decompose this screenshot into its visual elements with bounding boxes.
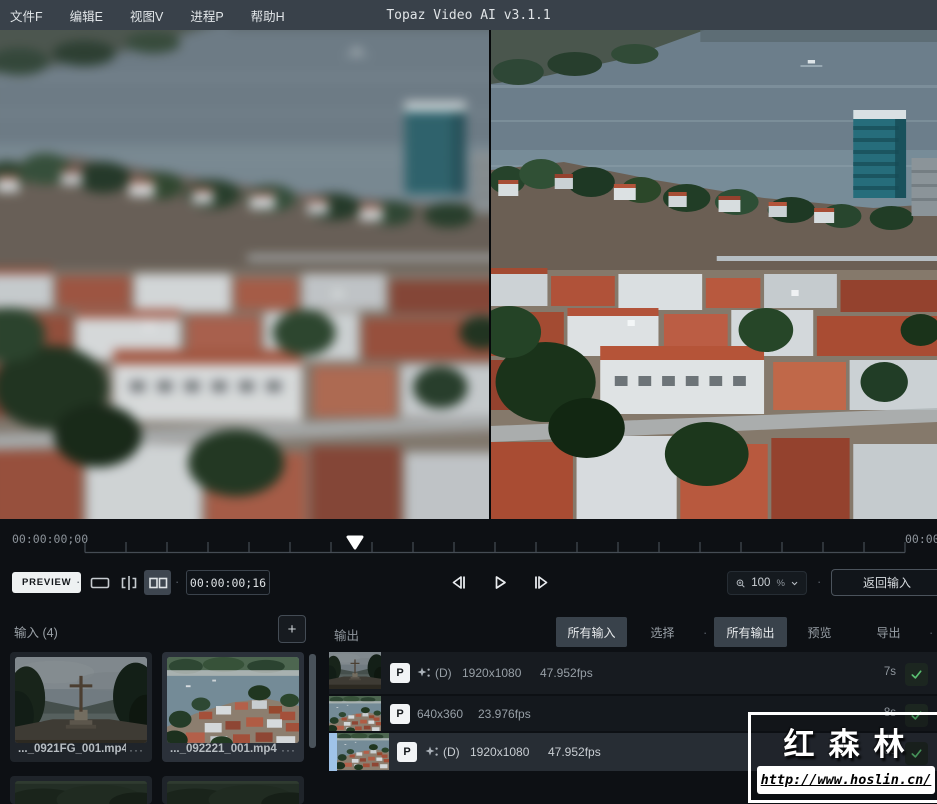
input-filename-1: ..._0921FG_001.mp4: [18, 743, 126, 755]
step-forward-button[interactable]: [530, 571, 552, 593]
input-thumbnail-3: [15, 781, 147, 804]
side-by-side-icon: [146, 573, 170, 593]
output-detail-flag: (D): [443, 745, 460, 759]
watermark-url-bar: http://www.hoslin.cn/: [757, 766, 935, 794]
tab-all-outputs[interactable]: 所有输出: [714, 617, 787, 647]
zoom-unit: %: [776, 578, 784, 589]
tab-all-inputs[interactable]: 所有输入: [556, 617, 627, 647]
menu-help[interactable]: 帮助H: [251, 6, 285, 25]
menu-process[interactable]: 进程P: [190, 6, 223, 25]
output-video-frame: [491, 30, 937, 519]
input-thumbnail-4: [167, 781, 299, 804]
split-view-icon: [117, 573, 141, 593]
preview-output-pane[interactable]: [491, 30, 937, 519]
preview-badge[interactable]: P: [390, 663, 410, 683]
step-forward-icon: [531, 574, 551, 591]
watermark-overlay: 红森林 http://www.hoslin.cn/: [748, 712, 937, 803]
output-thumbnail-3: [337, 733, 389, 771]
playback-controls: [448, 571, 552, 593]
input-thumbnail-2: [167, 657, 299, 743]
timeline-ruler[interactable]: [0, 519, 937, 565]
item-menu-icon[interactable]: ···: [281, 743, 296, 757]
output-thumbnail-2: [329, 696, 381, 731]
input-item-3[interactable]: [10, 776, 152, 804]
zoom-in-icon: [736, 577, 745, 590]
input-item-4[interactable]: [162, 776, 304, 804]
output-detail-flag: (D): [435, 666, 452, 680]
timeline[interactable]: 00:00:00;00 00:00:: [0, 519, 937, 565]
app-window: 文件F 编辑E 视图V 进程P 帮助H Topaz Video AI v3.1.…: [0, 0, 937, 804]
tab-previews[interactable]: 预览: [787, 617, 852, 647]
menu-file[interactable]: 文件F: [10, 6, 43, 25]
output-panel-title: 输出: [334, 625, 359, 644]
watermark-url: http://www.hoslin.cn/: [761, 772, 932, 788]
separator-dot: ·: [703, 625, 707, 640]
add-input-button[interactable]: +: [278, 615, 306, 643]
preview-area: [0, 30, 937, 519]
separator-dot: ·: [175, 574, 179, 589]
play-button[interactable]: [489, 571, 511, 593]
input-item-2-selected[interactable]: ..._092221_001.mp4 ···: [162, 652, 304, 762]
ai-enhance-icon: [416, 666, 431, 681]
separator-dot: ·: [76, 574, 80, 589]
play-icon: [490, 574, 510, 591]
input-filename-2: ..._092221_001.mp4: [170, 743, 278, 755]
output-fps: 47.952fps: [540, 666, 593, 680]
zoom-value: 100: [751, 577, 770, 589]
view-mode-group: [86, 570, 171, 595]
timeline-end-time: 00:00:: [905, 532, 937, 546]
view-side-by-side-button[interactable]: [144, 570, 171, 595]
separator-dot: ·: [929, 625, 933, 640]
input-item-1[interactable]: ..._0921FG_001.mp4 ···: [10, 652, 152, 762]
complete-check-button[interactable]: [905, 663, 928, 686]
separator-dot: ·: [817, 574, 821, 589]
step-back-button[interactable]: [448, 571, 470, 593]
item-menu-icon[interactable]: ···: [129, 743, 144, 757]
output-resolution: 640x360: [417, 707, 463, 721]
timeline-start-time: 00:00:00;00: [12, 532, 88, 546]
ai-enhance-icon: [424, 745, 439, 760]
step-back-icon: [449, 574, 469, 591]
output-duration: 7s: [884, 666, 896, 678]
zoom-control[interactable]: 100 %: [727, 571, 807, 595]
menu-edit[interactable]: 编辑E: [70, 6, 103, 25]
preview-badge[interactable]: P: [397, 742, 417, 762]
playhead[interactable]: [346, 535, 364, 550]
single-view-icon: [88, 573, 112, 593]
input-video-frame: [0, 30, 489, 519]
return-to-input-button[interactable]: 返回输入: [831, 569, 937, 596]
preview-button[interactable]: PREVIEW: [12, 572, 81, 593]
output-fps: 23.976fps: [478, 707, 531, 721]
watermark-title: 红森林: [751, 719, 937, 764]
input-thumbnail-1: [15, 657, 147, 743]
checkmark-icon: [910, 668, 923, 681]
tab-exports[interactable]: 导出: [852, 617, 925, 647]
view-split-button[interactable]: [115, 570, 142, 595]
control-bar: PREVIEW · · 00: [0, 565, 937, 605]
menu-view[interactable]: 视图V: [130, 6, 163, 25]
preview-badge[interactable]: P: [390, 704, 410, 724]
menubar: 文件F 编辑E 视图V 进程P 帮助H: [0, 0, 937, 30]
chevron-down-icon: [791, 580, 798, 587]
input-panel-title: 输入 (4): [14, 622, 58, 641]
preview-input-pane[interactable]: [0, 30, 489, 519]
input-scrollbar[interactable]: [309, 654, 316, 748]
output-row-1[interactable]: P (D) 1920x1080 47.952fps 7s: [329, 652, 937, 694]
output-resolution: 1920x1080: [470, 745, 529, 759]
output-thumbnail-1: [329, 652, 381, 694]
selection-bar: [329, 733, 337, 771]
view-single-button[interactable]: [86, 570, 113, 595]
output-fps: 47.952fps: [548, 745, 601, 759]
output-resolution: 1920x1080: [462, 666, 521, 680]
tab-selected[interactable]: 选择: [627, 617, 698, 647]
timecode-field[interactable]: 00:00:00;16: [186, 570, 270, 595]
